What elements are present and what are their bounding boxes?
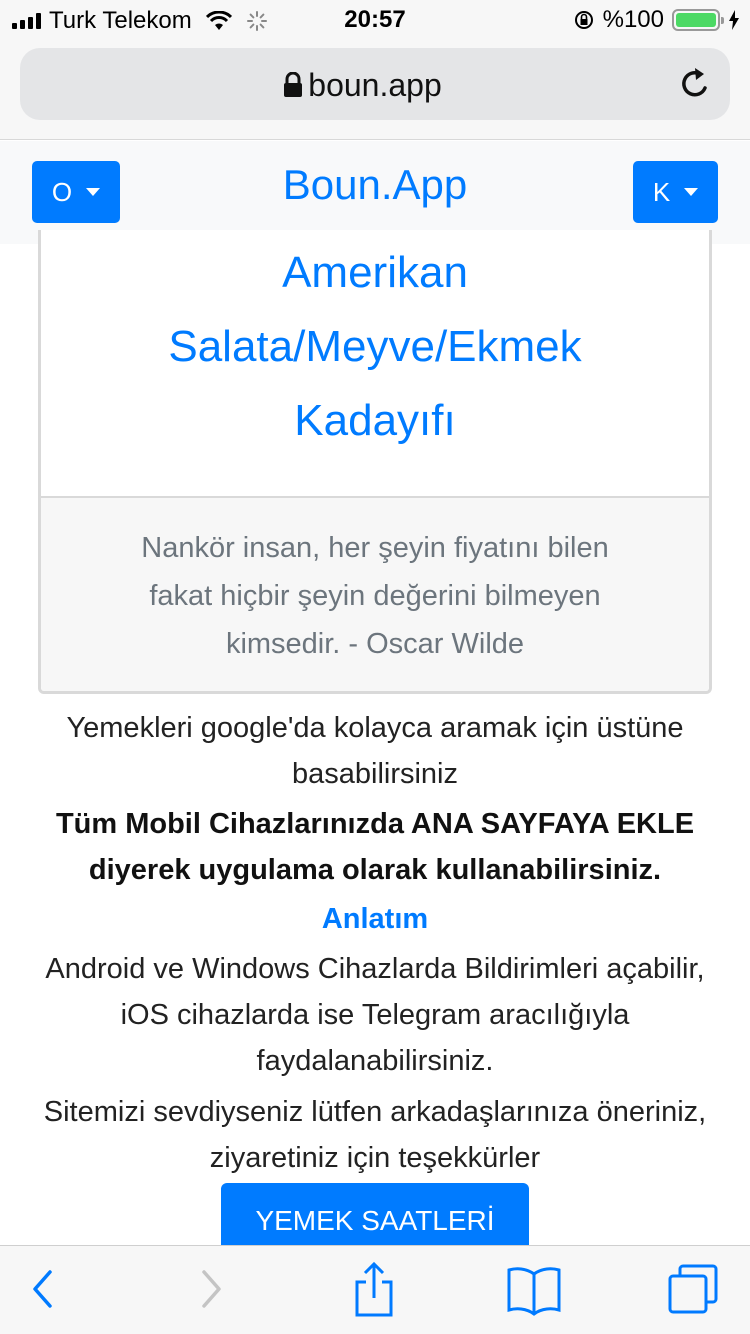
- battery-icon: [672, 9, 724, 31]
- charging-bolt-icon: [729, 10, 739, 30]
- quote-line: kimsedir. - Oscar Wilde: [225, 628, 525, 660]
- tabs-icon[interactable]: [666, 1262, 720, 1316]
- notification-line: iOS cihazlarda ise Telegram aracılığıyla: [120, 999, 630, 1031]
- back-icon[interactable]: [28, 1264, 58, 1314]
- status-bar: Turk Telekom 20:57 %100: [0, 0, 750, 40]
- search-hint: Yemekleri google'da kolayca aramak için …: [0, 705, 750, 797]
- forward-icon: [202, 1270, 221, 1308]
- notification-line: Android ve Windows Cihazlarda Bildirimle…: [45, 953, 705, 985]
- add-to-home-line: Tüm Mobil Cihazlarınızda ANA SAYFAYA EKL…: [55, 808, 695, 840]
- search-hint-line: basabilirsiniz: [291, 758, 458, 790]
- dish-line[interactable]: Kadayıfı: [41, 384, 709, 458]
- quote-footer: Nankör insan, her şeyin fiyatını bilen f…: [41, 496, 709, 691]
- dish-line[interactable]: Amerikan: [41, 236, 709, 310]
- tutorial-link[interactable]: Anlatım: [0, 896, 750, 942]
- quote-text: Nankör insan, her şeyin fiyatını bilen f…: [101, 524, 649, 668]
- brand-title[interactable]: Boun.App: [0, 161, 750, 209]
- address-bar[interactable]: boun.app: [20, 48, 730, 120]
- thanks-line: ziyaretiniz için teşekkürler: [209, 1142, 541, 1174]
- notification-note: Android ve Windows Cihazlarda Bildirimle…: [0, 946, 750, 1084]
- quote-line: Nankör insan, her şeyin fiyatını bilen: [141, 532, 609, 564]
- battery-level: [676, 13, 716, 27]
- browser-toolbar: [0, 1245, 750, 1334]
- orientation-lock-icon: [574, 11, 593, 29]
- thanks-note: Sitemizi sevdiyseniz lütfen arkadaşların…: [0, 1089, 750, 1181]
- bookmarks-icon[interactable]: [506, 1264, 562, 1316]
- reload-icon[interactable]: [678, 66, 712, 102]
- add-to-home-line: diyerek uygulama olarak kullanabilirsini…: [88, 854, 662, 886]
- browser-address-area: boun.app: [0, 40, 750, 140]
- add-to-home-note: Tüm Mobil Cihazlarınızda ANA SAYFAYA EKL…: [0, 801, 750, 893]
- status-right: %100: [573, 6, 740, 34]
- quote-line: fakat hiçbir şeyin değerini bilmeyen: [149, 580, 601, 612]
- menu-card: Amerikan Salata/Meyve/Ekmek Kadayıfı Nan…: [38, 230, 712, 694]
- battery-percent: %100: [602, 6, 664, 33]
- share-icon[interactable]: [352, 1260, 396, 1318]
- search-hint-line: Yemekleri google'da kolayca aramak için …: [66, 712, 684, 744]
- url-text: boun.app: [308, 67, 442, 103]
- notification-line: faydalanabilirsiniz.: [256, 1045, 494, 1077]
- thanks-line: Sitemizi sevdiyseniz lütfen arkadaşların…: [43, 1096, 707, 1128]
- dish-line[interactable]: Salata/Meyve/Ekmek: [41, 310, 709, 384]
